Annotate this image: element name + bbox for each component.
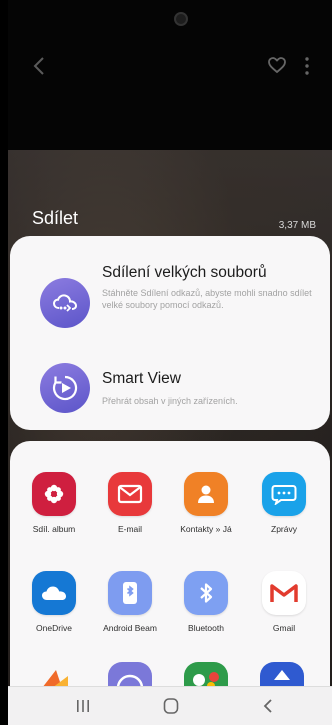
recent-apps-icon[interactable] <box>73 697 93 715</box>
app-messages[interactable]: Zprávy <box>248 472 320 535</box>
app-label: Zprávy <box>271 524 297 534</box>
app-gmail[interactable]: Gmail <box>248 571 320 634</box>
app-contacts[interactable]: Kontakty » Já <box>170 472 242 535</box>
gmail-icon <box>262 571 306 615</box>
app-email[interactable]: E-mail <box>94 472 166 535</box>
bluetooth-icon <box>184 571 228 615</box>
option-title: Smart View <box>102 370 181 387</box>
onedrive-icon <box>32 571 76 615</box>
app-label: OneDrive <box>36 623 72 633</box>
contacts-icon <box>184 472 228 516</box>
app-onedrive[interactable]: OneDrive <box>18 571 90 634</box>
option-large-file-share[interactable]: Sdílení velkých souborů Stáhněte Sdílení… <box>10 236 330 340</box>
app-label: Kontakty » Já <box>180 524 232 534</box>
system-navigation-bar <box>8 686 332 725</box>
app-label: Gmail <box>272 623 296 633</box>
partial-app-icon[interactable] <box>260 662 304 686</box>
app-label: Sdíl. album <box>32 524 76 534</box>
partial-app-icon[interactable] <box>108 662 152 686</box>
option-smart-view[interactable]: Smart View Přehrát obsah v jiných zaříze… <box>10 340 330 430</box>
email-icon <box>108 472 152 516</box>
app-shared-album[interactable]: Sdíl. album <box>18 472 90 535</box>
app-label: Bluetooth <box>188 623 224 633</box>
option-description: Stáhněte Sdílení odkazů, abyste mohli sn… <box>102 288 312 310</box>
share-title: Sdílet <box>32 208 79 228</box>
option-title: Sdílení velkých souborů <box>102 264 267 281</box>
messages-icon <box>262 472 306 516</box>
favorite-heart-icon[interactable] <box>267 55 287 75</box>
app-label: Android Beam <box>103 623 157 633</box>
back-icon[interactable] <box>258 697 278 715</box>
share-apps-panel: Sdíl. album E-mail Kontakty » Já Zprávy … <box>10 441 330 686</box>
app-label: E-mail <box>117 524 143 534</box>
file-size: 3,37 MB <box>278 220 316 231</box>
back-arrow-icon[interactable] <box>30 54 48 78</box>
app-bluetooth[interactable]: Bluetooth <box>170 571 242 634</box>
front-camera-icon <box>174 12 188 26</box>
home-icon[interactable] <box>161 697 181 715</box>
cloud-link-icon <box>40 278 90 328</box>
partial-app-icon[interactable] <box>184 662 228 686</box>
top-options-card: Sdílení velkých souborů Stáhněte Sdílení… <box>10 236 330 430</box>
shared-album-icon <box>32 472 76 516</box>
option-description: Přehrát obsah v jiných zařízeních. <box>102 396 238 406</box>
partial-app-icon[interactable] <box>32 662 76 686</box>
more-options-icon[interactable] <box>304 56 310 76</box>
gallery-top-bar <box>8 0 332 150</box>
android-beam-icon <box>108 571 152 615</box>
share-screen: Sdílet 3,37 MB Sdílení velkých souborů S… <box>8 0 332 725</box>
app-android-beam[interactable]: Android Beam <box>94 571 166 634</box>
smart-view-icon <box>40 363 90 413</box>
